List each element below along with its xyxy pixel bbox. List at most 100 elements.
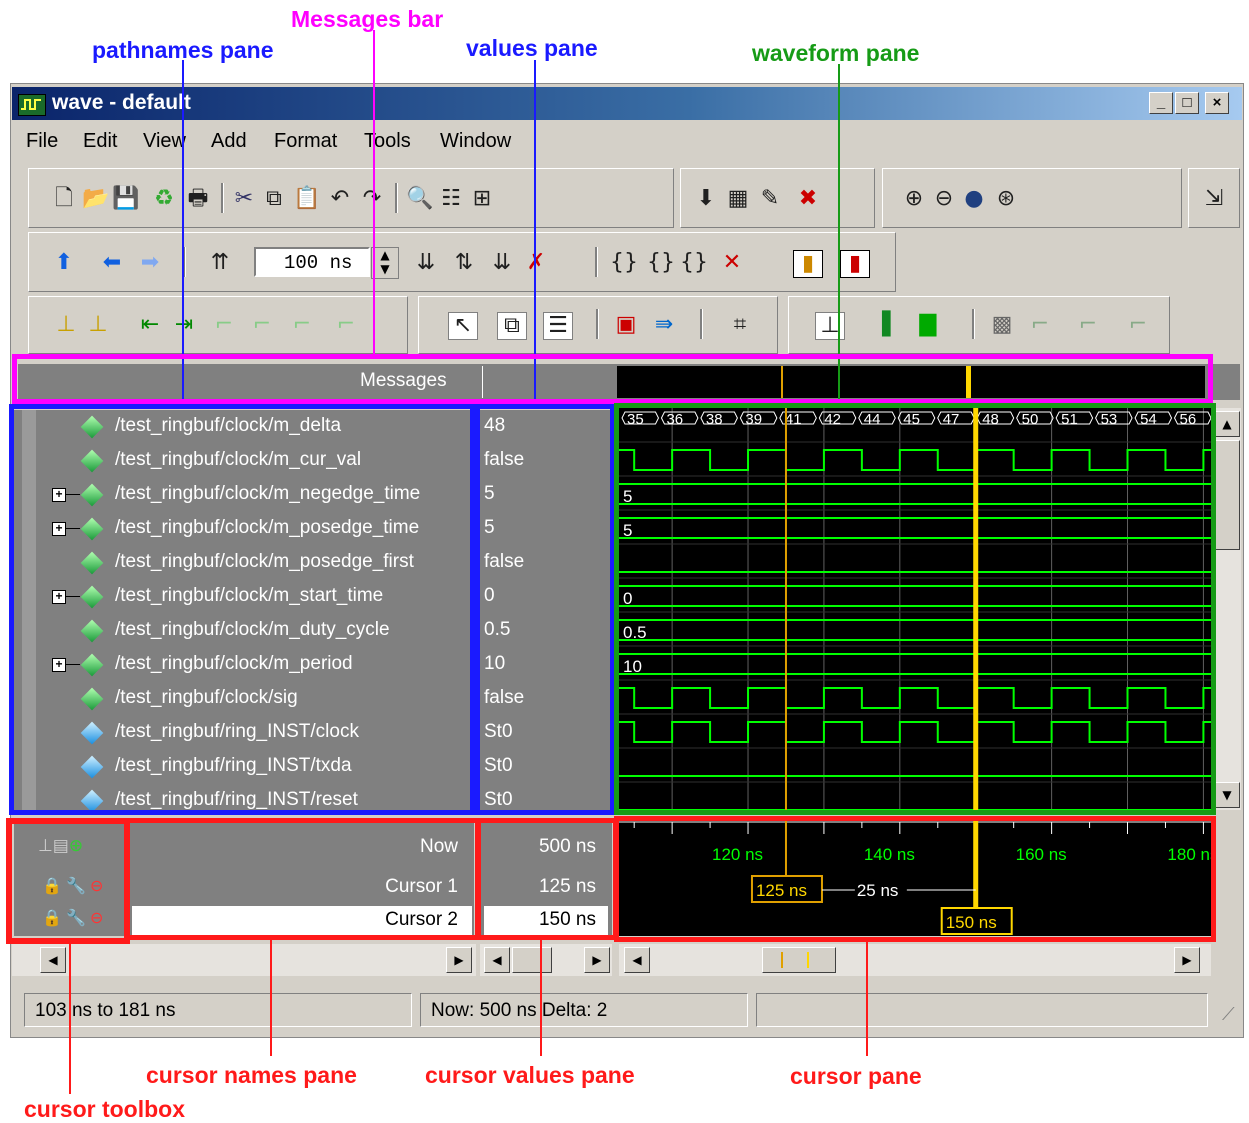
zoom-cursor-icon[interactable]: ⊛ (992, 186, 1020, 212)
resize-grip-icon[interactable]: ⟋ (1222, 1004, 1235, 1025)
wave-logic-icon[interactable]: ▐ (868, 312, 896, 338)
performance-icon[interactable]: ▮ (793, 250, 823, 278)
arrow-right-icon[interactable]: ➡ (136, 250, 164, 276)
run-all-icon[interactable]: ⇊ (488, 250, 516, 276)
restart-icon[interactable]: ⇈ (206, 250, 234, 276)
values-scroll-right-button[interactable]: ▶ (584, 947, 610, 973)
new-file-icon[interactable]: 🗋 (50, 186, 78, 212)
delete-cursor-icon[interactable]: ⊥ (84, 312, 112, 338)
dataflow-icon[interactable]: ⊞ (468, 186, 496, 212)
undock-icon[interactable]: ⇲ (1200, 186, 1228, 212)
compile-all-icon[interactable]: ▦ (724, 186, 752, 212)
simulate-icon[interactable]: ✎ (756, 186, 784, 212)
step-out-icon[interactable]: {} (680, 250, 708, 276)
wave-scroll-right-button[interactable]: ▶ (1174, 947, 1200, 973)
wave-scroll-left-button[interactable]: ◀ (624, 947, 650, 973)
next-falling-icon[interactable]: ⌐ (248, 312, 276, 338)
run-length-input[interactable]: 100 ns (254, 247, 370, 277)
menu-file[interactable]: File (26, 130, 58, 153)
annotation-box-pathnames (9, 404, 475, 815)
arrow-left-icon[interactable]: ⬅ (98, 250, 126, 276)
maximize-button[interactable]: □ (1175, 92, 1199, 114)
scroll-down-button[interactable]: ▼ (1214, 782, 1240, 808)
names-scroll-right-button[interactable]: ▶ (446, 947, 472, 973)
wave-step-icon[interactable]: ⌐ (1026, 312, 1054, 338)
close-button[interactable]: × (1205, 92, 1229, 114)
refresh-icon[interactable]: ♻ (150, 186, 178, 212)
edit-mode-icon[interactable]: ☰ (543, 312, 573, 340)
select-mode-icon[interactable]: ↖ (448, 312, 478, 340)
wave-event-icon[interactable]: ▇ (914, 312, 942, 338)
annotation-line-values (534, 60, 536, 400)
wave-compare-start-icon[interactable]: ▣ (612, 312, 640, 338)
annotation-values-pane: values pane (466, 35, 598, 61)
annotation-box-cursor-values (476, 818, 618, 940)
zoom-in-icon[interactable]: ⊕ (900, 186, 928, 212)
wave-hscrollbar[interactable] (619, 944, 1211, 976)
app-icon (18, 94, 46, 116)
run-icon[interactable]: ⇊ (412, 250, 440, 276)
menu-edit[interactable]: Edit (83, 130, 117, 153)
names-scroll-left-button[interactable]: ◀ (40, 947, 66, 973)
annotation-line-messages (373, 30, 375, 356)
find-icon[interactable]: 🔍 (406, 186, 434, 212)
dataflow-trace-icon[interactable]: ⌗ (726, 312, 754, 338)
status-time-range: 103 ns to 181 ns (24, 993, 412, 1027)
undo-icon[interactable]: ↶ (326, 186, 354, 212)
values-scroll-thumb[interactable] (512, 947, 552, 973)
zoom-full-icon[interactable]: ● (960, 186, 988, 212)
annotation-line-cursor-values (540, 938, 542, 1056)
annotation-cursor-names-pane: cursor names pane (146, 1062, 357, 1088)
annotation-line-cursor-toolbox (69, 944, 71, 1094)
title-bar[interactable]: wave - default _ □ × (12, 87, 1242, 120)
paste-icon[interactable]: 📋 (293, 186, 321, 212)
next-transition-icon[interactable]: ⇥ (170, 312, 198, 338)
next-rising-icon[interactable]: ⌐ (332, 312, 360, 338)
annotation-cursor-toolbox: cursor toolbox (24, 1096, 186, 1122)
annotation-line-waveform (838, 64, 840, 400)
stop-icon[interactable]: ✕ (718, 250, 746, 276)
wave-compare-goto-icon[interactable]: ⇛ (650, 312, 678, 338)
step-icon[interactable]: {} (610, 250, 638, 276)
step-over-icon[interactable]: {} (647, 250, 675, 276)
vertical-scroll-thumb[interactable] (1214, 440, 1240, 550)
menu-format[interactable]: Format (274, 130, 337, 153)
menu-tools[interactable]: Tools (364, 130, 411, 153)
minimize-button[interactable]: _ (1149, 92, 1173, 114)
wave-analog-icon[interactable]: ▩ (988, 312, 1016, 338)
prev-falling-icon[interactable]: ⌐ (210, 312, 238, 338)
toolbar-separator (972, 309, 975, 339)
print-icon[interactable]: 🖶 (184, 186, 212, 212)
wave-literal-icon[interactable]: ⊥ (815, 312, 845, 340)
memory-profile-icon[interactable]: ▮ (840, 250, 870, 278)
run-length-spinner[interactable]: ▲ ▼ (371, 247, 399, 279)
menu-add[interactable]: Add (211, 130, 247, 153)
values-scroll-left-button[interactable]: ◀ (484, 947, 510, 973)
compile-icon[interactable]: ⬇ (692, 186, 720, 212)
cut-icon[interactable]: ✂ (230, 186, 258, 212)
insert-cursor-icon[interactable]: ⊥ (52, 312, 80, 338)
open-folder-icon[interactable]: 📂 (82, 186, 110, 212)
break-sim-icon[interactable]: ✗ (522, 250, 550, 276)
toolbar-separator (700, 309, 703, 339)
save-icon[interactable]: 💾 (112, 186, 140, 212)
prev-transition-icon[interactable]: ⇤ (136, 312, 164, 338)
wave-compare-icon[interactable]: ☷ (437, 186, 465, 212)
wave-scroll-thumb[interactable] (762, 947, 836, 973)
annotation-box-cursor-toolbox (6, 818, 130, 944)
arrow-up-icon[interactable]: ⬆ (50, 250, 78, 276)
annotation-box-waveform (614, 403, 1216, 815)
wave-fall-icon[interactable]: ⌐ (1124, 312, 1152, 338)
prev-rising-icon[interactable]: ⌐ (288, 312, 316, 338)
continue-icon[interactable]: ⇅ (450, 250, 478, 276)
menu-view[interactable]: View (143, 130, 186, 153)
wave-rise-icon[interactable]: ⌐ (1074, 312, 1102, 338)
zoom-mode-icon[interactable]: ⧉ (497, 312, 527, 340)
zoom-out-icon[interactable]: ⊖ (930, 186, 958, 212)
redo-icon[interactable]: ↷ (358, 186, 386, 212)
copy-icon[interactable]: ⧉ (260, 186, 288, 212)
menu-window[interactable]: Window (440, 130, 511, 153)
names-hscrollbar[interactable] (12, 944, 476, 976)
break-icon[interactable]: ✖ (794, 186, 822, 212)
scroll-up-button[interactable]: ▲ (1214, 411, 1240, 437)
